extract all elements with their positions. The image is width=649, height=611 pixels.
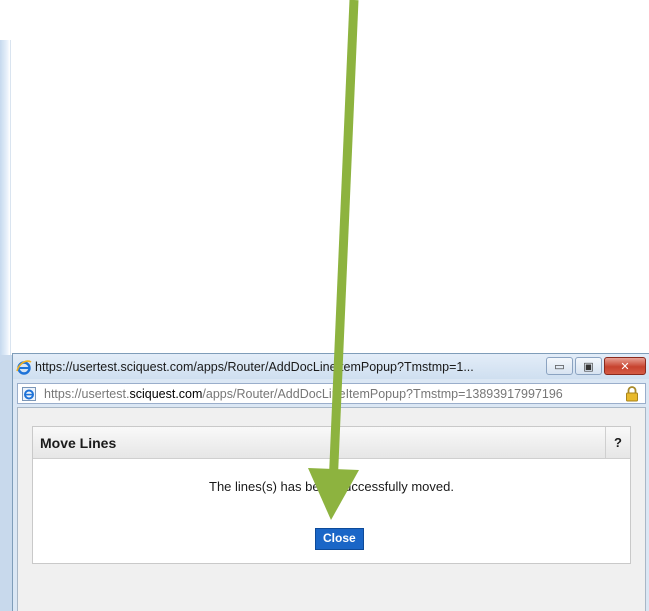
ie-icon	[16, 359, 32, 375]
maximize-icon: ▣	[583, 360, 594, 373]
address-path: /apps/Router/AddDocLineItemPopup?Tmstmp=…	[202, 386, 563, 401]
close-window-button[interactable]: ✕	[604, 357, 646, 375]
dialog-title: Move Lines	[40, 435, 117, 451]
address-url: https://usertest.sciquest.com/apps/Route…	[44, 387, 563, 401]
ie-page-icon	[21, 386, 37, 402]
title-bar[interactable]: https://usertest.sciquest.com/apps/Route…	[13, 354, 649, 379]
background-window-edge-lower	[0, 355, 12, 611]
popup-content: Move Lines ? The lines(s) has been succe…	[17, 407, 646, 611]
popup-window: https://usertest.sciquest.com/apps/Route…	[12, 353, 649, 611]
window-controls: ▭ ▣ ✕	[546, 357, 646, 375]
close-icon: ✕	[620, 360, 630, 373]
window-title: https://usertest.sciquest.com/apps/Route…	[35, 359, 474, 374]
maximize-button[interactable]: ▣	[575, 357, 602, 375]
move-lines-dialog: Move Lines ? The lines(s) has been succe…	[32, 426, 631, 564]
address-scheme: https://usertest.	[44, 386, 130, 401]
lock-icon[interactable]	[625, 386, 639, 402]
address-bar[interactable]: https://usertest.sciquest.com/apps/Route…	[17, 383, 646, 404]
help-button[interactable]: ?	[605, 427, 630, 458]
dialog-header: Move Lines ?	[33, 427, 630, 459]
close-button[interactable]: Close	[315, 528, 364, 550]
address-host: sciquest.com	[129, 386, 203, 401]
minimize-icon: ▭	[554, 360, 565, 373]
success-message: The lines(s) has been successfully moved…	[209, 479, 454, 494]
minimize-button[interactable]: ▭	[546, 357, 573, 375]
